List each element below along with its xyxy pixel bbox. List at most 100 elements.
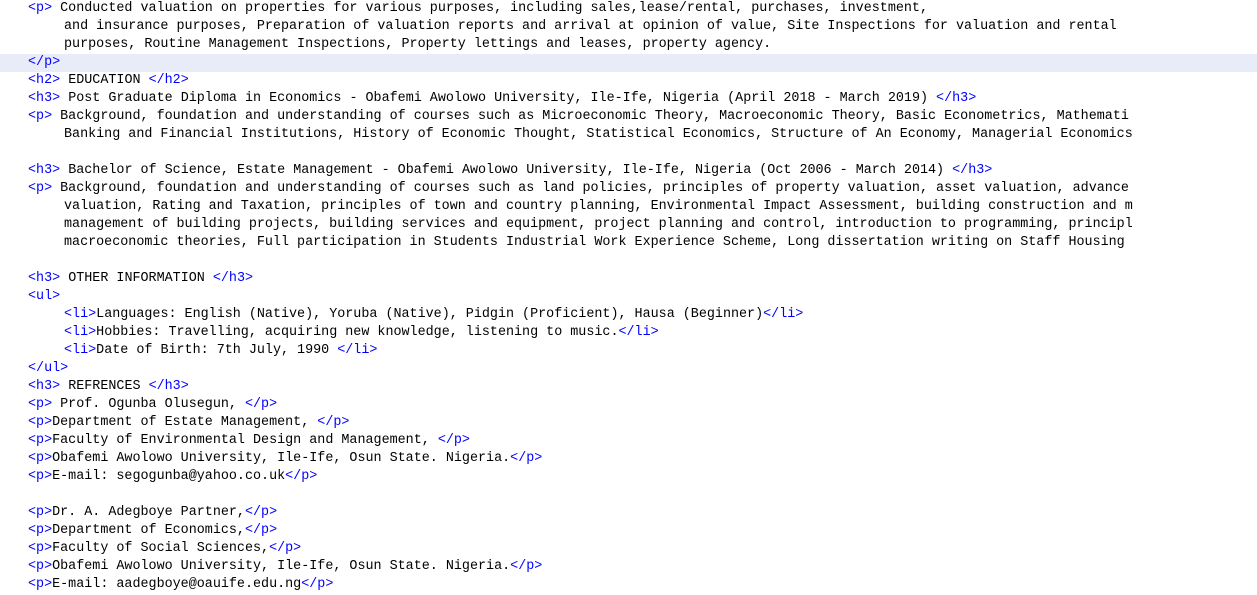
close-tag: </p> [285, 469, 318, 484]
line-text: Prof. Ogunba Olusegun, [52, 397, 245, 412]
close-tag: </p> [269, 541, 302, 556]
close-tag: </li> [618, 325, 659, 340]
code-line[interactable]: <p> Conducted valuation on properties fo… [0, 0, 1257, 18]
line-text: management of building projects, buildin… [64, 217, 1133, 232]
code-line[interactable]: </p> [0, 54, 1257, 72]
line-text: REFRENCES [60, 379, 149, 394]
close-tag: </h3> [936, 91, 977, 106]
open-tag: <h3> [28, 91, 61, 106]
line-text: Bachelor of Science, Estate Management -… [60, 163, 953, 178]
close-tag: </p> [244, 505, 278, 520]
line-text: Conducted valuation on properties for va… [52, 1, 928, 16]
line-text: purposes, Routine Management Inspections… [64, 37, 772, 52]
close-tag: </li> [337, 343, 378, 358]
open-tag: <li> [64, 307, 97, 322]
code-line[interactable]: <p> Background, foundation and understan… [0, 108, 1257, 126]
open-tag: <p> [28, 523, 53, 538]
code-line[interactable]: Banking and Financial Institutions, Hist… [0, 126, 1257, 144]
code-line[interactable]: <h3> Post Graduate Diploma in Economics … [0, 90, 1257, 108]
code-line[interactable]: <li>Languages: English (Native), Yoruba … [0, 306, 1257, 324]
line-text: EDUCATION [60, 73, 149, 88]
line-text: E-mail: aadegboye@oauife.edu.ng [52, 577, 302, 592]
line-text: Languages: English (Native), Yoruba (Nat… [96, 307, 764, 322]
line-text: OTHER INFORMATION [60, 271, 213, 286]
open-tag: <p> [28, 109, 53, 124]
open-tag: <p> [28, 181, 53, 196]
open-tag: <li> [64, 325, 97, 340]
close-tag: </h3> [952, 163, 993, 178]
close-tag: </ul> [28, 361, 69, 376]
code-line[interactable]: <li>Hobbies: Travelling, acquiring new k… [0, 324, 1257, 342]
close-tag: </p> [437, 433, 470, 448]
code-line[interactable]: <p>Department of Estate Management, </p> [0, 414, 1257, 432]
open-tag: <h3> [28, 271, 61, 286]
line-text: Faculty of Social Sciences, [52, 541, 270, 556]
open-tag: <p> [28, 397, 53, 412]
line-text: Background, foundation and understanding… [52, 181, 1129, 196]
line-text: Post Graduate Diploma in Economics - Oba… [60, 91, 937, 106]
open-tag: <p> [28, 541, 53, 556]
code-line[interactable]: purposes, Routine Management Inspections… [0, 36, 1257, 54]
code-line[interactable]: management of building projects, buildin… [0, 216, 1257, 234]
open-tag: <p> [28, 505, 53, 520]
open-tag: <p> [28, 415, 53, 430]
open-tag: <ul> [28, 289, 61, 304]
code-line[interactable]: and insurance purposes, Preparation of v… [0, 18, 1257, 36]
code-line[interactable]: <h2> EDUCATION </h2> [0, 72, 1257, 90]
line-text: Banking and Financial Institutions, Hist… [64, 127, 1133, 142]
code-line[interactable]: <h3> Bachelor of Science, Estate Managem… [0, 162, 1257, 180]
open-tag: <h2> [28, 73, 61, 88]
code-line[interactable]: <p>E-mail: segogunba@yahoo.co.uk</p> [0, 468, 1257, 486]
line-text: Department of Economics, [52, 523, 245, 538]
open-tag: <h3> [28, 379, 61, 394]
line-text: Background, foundation and understanding… [52, 109, 1129, 124]
close-tag: </p> [244, 397, 278, 412]
code-line[interactable]: </ul> [0, 360, 1257, 378]
close-tag: </h3> [212, 271, 254, 286]
close-tag: </h2> [148, 73, 189, 88]
line-text: macroeconomic theories, Full participati… [64, 235, 1125, 250]
close-tag: </p> [510, 559, 543, 574]
open-tag: <p> [28, 577, 53, 592]
open-tag: <p> [28, 469, 53, 484]
code-line[interactable] [0, 252, 1257, 270]
code-line[interactable]: <p>E-mail: aadegboye@oauife.edu.ng</p> [0, 576, 1257, 594]
code-line[interactable]: <ul> [0, 288, 1257, 306]
open-tag: <h3> [28, 163, 61, 178]
open-tag: <li> [64, 343, 97, 358]
close-tag: </p> [317, 415, 350, 430]
code-line[interactable]: <li>Date of Birth: 7th July, 1990 </li> [0, 342, 1257, 360]
open-tag: <p> [28, 451, 53, 466]
line-text: Hobbies: Travelling, acquiring new knowl… [96, 325, 619, 340]
open-tag: <p> [28, 559, 53, 574]
line-text: Obafemi Awolowo University, Ile-Ife, Osu… [52, 559, 511, 574]
code-line[interactable]: <h3> OTHER INFORMATION </h3> [0, 270, 1257, 288]
code-line[interactable] [0, 144, 1257, 162]
close-tag: </h3> [148, 379, 189, 394]
code-line[interactable]: <p>Faculty of Environmental Design and M… [0, 432, 1257, 450]
line-text: E-mail: segogunba@yahoo.co.uk [52, 469, 286, 484]
line-text: valuation, Rating and Taxation, principl… [64, 199, 1133, 214]
line-text: Department of Estate Management, [52, 415, 318, 430]
code-line[interactable]: macroeconomic theories, Full participati… [0, 234, 1257, 252]
code-line[interactable]: <p>Obafemi Awolowo University, Ile-Ife, … [0, 558, 1257, 576]
open-tag: <p> [28, 433, 53, 448]
close-tag: </p> [244, 523, 278, 538]
open-tag: <p> [28, 1, 53, 16]
code-line[interactable]: valuation, Rating and Taxation, principl… [0, 198, 1257, 216]
close-tag: </p> [28, 55, 61, 70]
code-line[interactable] [0, 486, 1257, 504]
code-editor[interactable]: <p> Conducted valuation on properties fo… [0, 0, 1257, 595]
code-line[interactable]: <p>Faculty of Social Sciences,</p> [0, 540, 1257, 558]
line-text: Date of Birth: 7th July, 1990 [96, 343, 338, 358]
code-line[interactable]: <p>Dr. A. Adegboye Partner,</p> [0, 504, 1257, 522]
code-line[interactable]: <p> Prof. Ogunba Olusegun, </p> [0, 396, 1257, 414]
close-tag: </li> [763, 307, 804, 322]
code-line[interactable]: <p>Obafemi Awolowo University, Ile-Ife, … [0, 450, 1257, 468]
line-text: and insurance purposes, Preparation of v… [64, 19, 1117, 34]
code-line[interactable]: <p>Department of Economics,</p> [0, 522, 1257, 540]
line-text: Dr. A. Adegboye Partner, [52, 505, 245, 520]
code-line[interactable]: <p> Background, foundation and understan… [0, 180, 1257, 198]
code-line[interactable]: <h3> REFRENCES </h3> [0, 378, 1257, 396]
line-text: Obafemi Awolowo University, Ile-Ife, Osu… [52, 451, 511, 466]
